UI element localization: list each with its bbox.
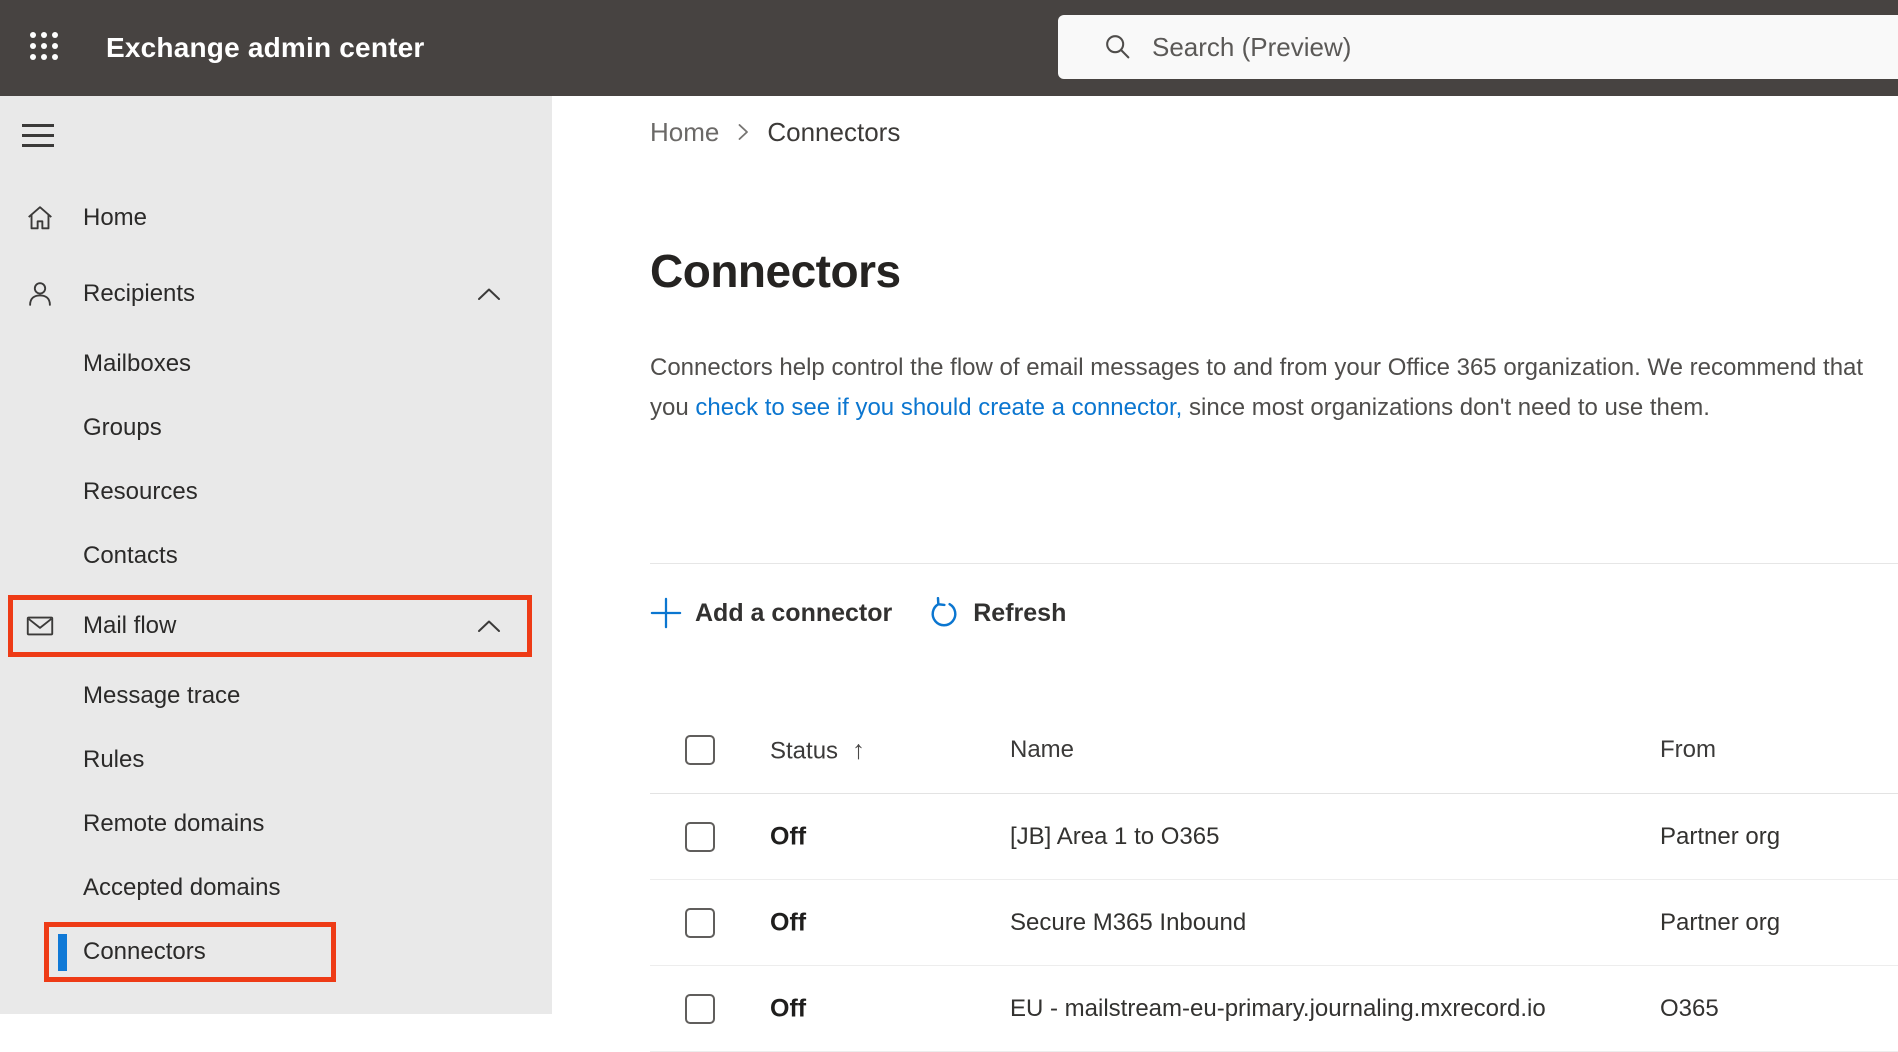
from-cell: Partner org	[1660, 908, 1781, 936]
navigation-list: Home Recipients Mailboxes Groups Resourc…	[0, 180, 552, 984]
search-icon	[1102, 31, 1134, 63]
sidebar-item-connectors[interactable]: Connectors	[0, 920, 552, 984]
sidebar-item-label: Connectors	[83, 938, 206, 965]
top-app-bar: Exchange admin center	[0, 0, 1898, 96]
add-connector-label: Add a connector	[695, 598, 893, 627]
breadcrumb-home-link[interactable]: Home	[650, 117, 719, 148]
sidebar-item-resources[interactable]: Resources	[0, 460, 552, 524]
main-content: Home Connectors Connectors Connectors he…	[552, 96, 1898, 1052]
description-text: since most organizations don't need to u…	[1182, 394, 1710, 421]
column-header-status[interactable]: Status ↑	[770, 734, 865, 765]
table-row[interactable]: Off Secure M365 Inbound Partner org	[650, 880, 1898, 966]
app-launcher-button[interactable]	[22, 29, 66, 67]
chevron-up-icon[interactable]	[476, 286, 502, 302]
person-icon	[23, 277, 57, 311]
breadcrumb-current: Connectors	[767, 116, 901, 147]
row-checkbox[interactable]	[685, 993, 715, 1024]
status-cell: Off	[770, 822, 807, 850]
command-bar: Add a connector Refresh	[650, 564, 1066, 662]
sidebar-item-label: Resources	[83, 478, 198, 505]
column-header-name[interactable]: Name	[1010, 736, 1074, 764]
sidebar-item-label: Contacts	[83, 542, 178, 569]
collapse-navigation-button[interactable]	[22, 124, 56, 150]
app-title: Exchange admin center	[106, 32, 425, 63]
sidebar-item-label: Groups	[83, 414, 162, 441]
select-all-checkbox[interactable]	[685, 734, 715, 765]
page-description: Connectors help control the flow of emai…	[650, 348, 1880, 428]
add-connector-button[interactable]: Add a connector	[650, 597, 892, 629]
waffle-icon	[27, 29, 61, 68]
sidebar-item-remote-domains[interactable]: Remote domains	[0, 792, 552, 856]
breadcrumb-chevron-icon	[735, 121, 751, 143]
sidebar-item-mail-flow[interactable]: Mail flow	[0, 588, 552, 664]
envelope-icon	[23, 609, 57, 643]
column-header-from[interactable]: From	[1660, 736, 1716, 764]
refresh-button[interactable]: Refresh	[928, 597, 1066, 629]
sidebar-item-label: Rules	[83, 746, 145, 773]
sidebar-item-home[interactable]: Home	[0, 180, 552, 256]
sidebar-item-groups[interactable]: Groups	[0, 396, 552, 460]
column-header-label: Status	[770, 737, 839, 764]
sidebar-item-label: Mailboxes	[83, 350, 192, 377]
page-title: Connectors	[650, 245, 901, 297]
sidebar-item-label: Recipients	[83, 280, 196, 307]
selected-item-indicator	[58, 934, 67, 971]
home-icon	[23, 201, 57, 235]
name-cell[interactable]: [JB] Area 1 to O365	[1010, 823, 1219, 851]
sidebar-item-label: Message trace	[83, 682, 241, 709]
name-cell[interactable]: Secure M365 Inbound	[1010, 909, 1246, 937]
row-checkbox[interactable]	[685, 907, 715, 938]
refresh-icon	[928, 597, 960, 629]
left-navigation: Home Recipients Mailboxes Groups Resourc…	[0, 96, 552, 1014]
sidebar-item-label: Accepted domains	[83, 874, 281, 901]
status-cell: Off	[770, 908, 807, 936]
sidebar-item-label: Remote domains	[83, 810, 265, 837]
sidebar-item-label: Home	[83, 204, 148, 231]
chevron-up-icon[interactable]	[476, 618, 502, 634]
sidebar-item-accepted-domains[interactable]: Accepted domains	[0, 856, 552, 920]
name-cell[interactable]: EU - mailstream-eu-primary.journaling.mx…	[1010, 995, 1546, 1023]
from-cell: Partner org	[1660, 822, 1781, 850]
sidebar-item-label: Mail flow	[83, 612, 177, 639]
row-checkbox[interactable]	[685, 821, 715, 852]
sort-ascending-icon[interactable]: ↑	[852, 734, 865, 764]
status-cell: Off	[770, 994, 807, 1022]
sidebar-item-mailboxes[interactable]: Mailboxes	[0, 332, 552, 396]
search-input[interactable]	[1152, 31, 1752, 63]
plus-icon	[650, 597, 682, 629]
table-row[interactable]: Off [JB] Area 1 to O365 Partner org	[650, 794, 1898, 880]
breadcrumb: Home Connectors	[650, 116, 900, 148]
sidebar-item-contacts[interactable]: Contacts	[0, 524, 552, 588]
sidebar-item-message-trace[interactable]: Message trace	[0, 664, 552, 728]
table-header-row: Status ↑ Name From	[650, 706, 1898, 794]
sidebar-item-recipients[interactable]: Recipients	[0, 256, 552, 332]
table-row[interactable]: Off EU - mailstream-eu-primary.journalin…	[650, 966, 1898, 1052]
sidebar-item-rules[interactable]: Rules	[0, 728, 552, 792]
connectors-table: Status ↑ Name From Off [JB] Area 1 to O36…	[650, 706, 1898, 1052]
refresh-label: Refresh	[973, 598, 1067, 627]
from-cell: O365	[1660, 994, 1719, 1022]
search-box[interactable]	[1058, 15, 1898, 79]
create-connector-check-link[interactable]: check to see if you should create a conn…	[695, 394, 1182, 421]
